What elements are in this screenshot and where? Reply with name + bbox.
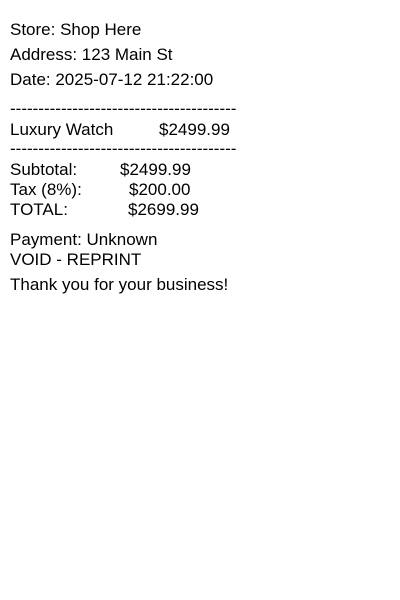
item-price: $2499.99 — [159, 120, 230, 139]
tax-value: $200.00 — [129, 180, 191, 199]
total-label: TOTAL: — [10, 200, 68, 219]
divider-top: ---------------------------------------- — [10, 99, 237, 118]
subtotal-value: $2499.99 — [120, 160, 191, 179]
tax-label: Tax (8%): — [10, 180, 82, 199]
store-name: Store: Shop Here — [10, 20, 142, 39]
subtotal-label: Subtotal: — [10, 160, 78, 179]
divider-bottom: ---------------------------------------- — [10, 139, 237, 158]
receipt-date: Date: 2025-07-12 21:22:00 — [10, 70, 214, 89]
thank-you-message: Thank you for your business! — [10, 275, 229, 294]
void-status: VOID - REPRINT — [10, 250, 142, 269]
item-name: Luxury Watch — [10, 120, 114, 139]
store-address: Address: 123 Main St — [10, 45, 173, 64]
total-value: $2699.99 — [128, 200, 199, 219]
payment-method: Payment: Unknown — [10, 230, 158, 249]
receipt-page: { "receipt": { "store": "Store: Shop Her… — [0, 0, 400, 600]
